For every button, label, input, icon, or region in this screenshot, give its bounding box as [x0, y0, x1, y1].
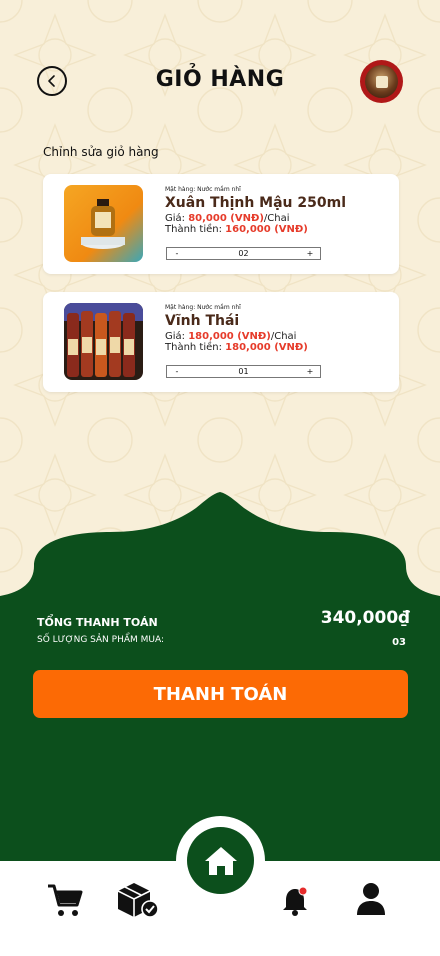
item-count-value: 03	[392, 637, 406, 648]
quantity-value[interactable]: 01	[238, 367, 248, 376]
product-name: Xuân Thịnh Mậu 250ml	[165, 195, 347, 211]
checkout-button[interactable]: THANH TOÁN	[33, 670, 408, 718]
subtotal-value: 160,000 (VNĐ)	[225, 224, 308, 235]
header: GIỎ HÀNG	[0, 58, 440, 106]
avatar[interactable]	[360, 60, 403, 103]
cart-icon	[48, 884, 83, 916]
cart-item: Mặt hàng: Nước mắm nhĩ Vĩnh Thái Giá: 18…	[43, 292, 399, 392]
nav-orders[interactable]	[116, 881, 160, 923]
edit-cart-link[interactable]: Chỉnh sửa giỏ hàng	[43, 145, 159, 159]
user-icon	[357, 883, 385, 915]
increase-button[interactable]: +	[305, 367, 315, 376]
subtotal-line: Thành tiền: 180,000 (VNĐ)	[165, 342, 308, 353]
price-value: 80,000 (VNĐ)	[188, 213, 264, 224]
increase-button[interactable]: +	[305, 249, 315, 258]
product-category: Mặt hàng: Nước mắm nhĩ	[165, 186, 241, 193]
quantity-stepper: - 01 +	[166, 365, 321, 378]
nav-profile[interactable]	[355, 881, 387, 921]
package-check-icon	[117, 883, 159, 918]
bell-icon	[283, 886, 308, 916]
decrease-button[interactable]: -	[172, 367, 182, 376]
cart-item: Mặt hàng: Nước mắm nhĩ Xuân Thịnh Mậu 25…	[43, 174, 399, 274]
subtotal-value: 180,000 (VNĐ)	[225, 342, 308, 353]
decrease-button[interactable]: -	[172, 249, 182, 258]
total-value: 340,000₫	[320, 608, 410, 628]
home-button[interactable]	[176, 816, 265, 905]
product-category: Mặt hàng: Nước mắm nhĩ	[165, 304, 241, 311]
total-label: TỔNG THANH TOÁN	[37, 616, 158, 629]
price-line: Giá: 180,000 (VNĐ)/Chai	[165, 331, 297, 342]
product-image[interactable]	[64, 185, 143, 262]
price-value: 180,000 (VNĐ)	[188, 331, 271, 342]
item-count-label: SỐ LƯỢNG SẢN PHẨM MUA:	[37, 635, 165, 645]
quantity-value[interactable]: 02	[238, 249, 248, 258]
quantity-stepper: - 02 +	[166, 247, 321, 260]
home-icon	[204, 846, 237, 875]
price-line: Giá: 80,000 (VNĐ)/Chai	[165, 213, 290, 224]
product-name: Vĩnh Thái	[165, 313, 240, 329]
nav-notifications[interactable]	[282, 885, 310, 921]
product-image[interactable]	[64, 303, 143, 380]
nav-cart[interactable]	[46, 883, 84, 923]
subtotal-line: Thành tiền: 160,000 (VNĐ)	[165, 224, 308, 235]
